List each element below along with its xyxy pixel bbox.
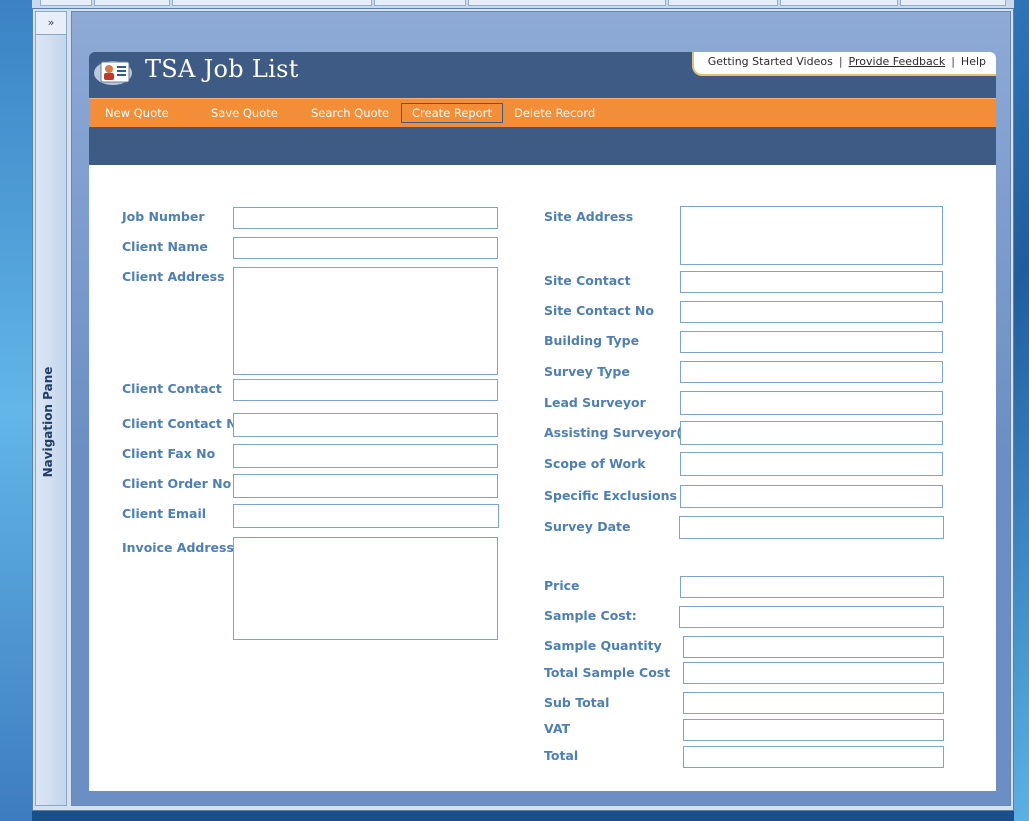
expand-nav-button[interactable]: »	[36, 12, 66, 35]
invoice-address-label: Invoice Address	[122, 540, 234, 555]
site-address-field[interactable]	[680, 206, 943, 265]
client-contact-label: Client Contact	[122, 381, 222, 396]
form-header: TSA Job List Getting Started Videos | Prov…	[89, 52, 996, 98]
sample-cost-label: Sample Cost:	[544, 608, 637, 623]
navigation-pane-label[interactable]: Navigation Pane	[41, 357, 61, 487]
contact-card-icon	[94, 61, 132, 85]
link-separator: |	[838, 55, 843, 68]
invoice-address-field[interactable]	[233, 537, 498, 640]
lead-surveyor-label: Lead Surveyor	[544, 395, 646, 410]
site-contact-label: Site Contact	[544, 273, 631, 288]
job-number-label: Job Number	[122, 209, 205, 224]
site-contact-field[interactable]	[680, 271, 943, 293]
total-sample-cost-label: Total Sample Cost	[544, 665, 671, 680]
help-links: Getting Started Videos | Provide Feedback |…	[691, 52, 996, 76]
client-order-no-label: Client Order No	[122, 476, 232, 491]
client-address-label: Client Address	[122, 269, 225, 284]
site-contact-no-label: Site Contact No	[544, 303, 654, 318]
form-subheader	[89, 127, 996, 165]
help-link[interactable]: Help	[961, 55, 986, 68]
survey-date-field[interactable]	[679, 516, 944, 539]
assisting-surveyors-label: Assisting Surveyor(s)	[544, 425, 696, 440]
job-number-field[interactable]	[233, 207, 498, 229]
link-separator: |	[951, 55, 955, 68]
site-contact-no-field[interactable]	[680, 301, 943, 323]
taskbar-edge	[32, 811, 1014, 821]
new-quote-button[interactable]: New Quote	[105, 104, 169, 122]
client-name-label: Client Name	[122, 239, 208, 254]
survey-date-label: Survey Date	[544, 519, 631, 534]
survey-type-label: Survey Type	[544, 364, 630, 379]
top-tab[interactable]	[94, 0, 170, 6]
client-contact-no-field[interactable]	[233, 413, 498, 437]
getting-started-videos-link[interactable]: Getting Started Videos	[708, 55, 833, 68]
client-address-field[interactable]	[233, 267, 498, 375]
access-window: » Navigation Pane TSA Job List Getting S…	[32, 8, 1014, 811]
top-tab[interactable]	[668, 0, 778, 6]
client-email-label: Client Email	[122, 506, 207, 521]
specific-exclusions-field[interactable]	[680, 485, 943, 508]
total-label: Total	[544, 748, 579, 763]
total-sample-cost-field[interactable]	[683, 662, 944, 684]
price-label: Price	[544, 578, 580, 593]
top-tab[interactable]	[40, 0, 92, 6]
top-tab[interactable]	[172, 0, 372, 6]
sample-quantity-label: Sample Quantity	[544, 638, 662, 653]
top-tab[interactable]	[374, 0, 466, 6]
building-type-label: Building Type	[544, 333, 640, 348]
vat-label: VAT	[544, 721, 571, 736]
top-tab[interactable]	[900, 0, 1006, 6]
client-contact-field[interactable]	[233, 379, 498, 401]
client-fax-no-label: Client Fax No	[122, 446, 216, 461]
price-field[interactable]	[680, 576, 944, 598]
building-type-field[interactable]	[680, 331, 943, 353]
navigation-pane[interactable]: » Navigation Pane	[35, 11, 67, 806]
client-contact-no-label: Client Contact No	[122, 416, 246, 431]
client-fax-no-field[interactable]	[233, 444, 498, 468]
desktop-background	[0, 0, 32, 821]
sample-quantity-field[interactable]	[683, 636, 944, 658]
command-toolbar: New Quote Save Quote Search Quote Create…	[89, 98, 996, 127]
job-detail-form: Job Number Client Name Client Address Cl…	[89, 165, 996, 791]
scope-of-work-field[interactable]	[680, 452, 943, 476]
site-address-label: Site Address	[544, 209, 634, 224]
top-tab[interactable]	[780, 0, 898, 6]
total-field[interactable]	[683, 746, 944, 768]
sub-total-field[interactable]	[683, 692, 944, 714]
survey-type-field[interactable]	[680, 361, 943, 383]
specific-exclusions-label: Specific Exclusions	[544, 488, 677, 503]
create-report-button[interactable]: Create Report	[401, 103, 503, 123]
top-tab[interactable]	[468, 0, 666, 6]
vat-field[interactable]	[683, 719, 944, 741]
client-email-field[interactable]	[233, 504, 499, 528]
sample-cost-field[interactable]	[679, 606, 944, 628]
client-order-no-field[interactable]	[233, 474, 498, 498]
save-quote-button[interactable]: Save Quote	[211, 104, 278, 122]
scope-of-work-label: Scope of Work	[544, 456, 646, 471]
page-title: TSA Job List	[145, 55, 299, 83]
delete-record-button[interactable]: Delete Record	[514, 104, 595, 122]
form-area: TSA Job List Getting Started Videos | Prov…	[71, 11, 1011, 806]
lead-surveyor-field[interactable]	[680, 391, 943, 415]
search-quote-button[interactable]: Search Quote	[311, 104, 389, 122]
provide-feedback-link[interactable]: Provide Feedback	[849, 55, 946, 68]
sub-total-label: Sub Total	[544, 695, 610, 710]
client-name-field[interactable]	[233, 237, 498, 259]
assisting-surveyors-field[interactable]	[680, 421, 943, 445]
